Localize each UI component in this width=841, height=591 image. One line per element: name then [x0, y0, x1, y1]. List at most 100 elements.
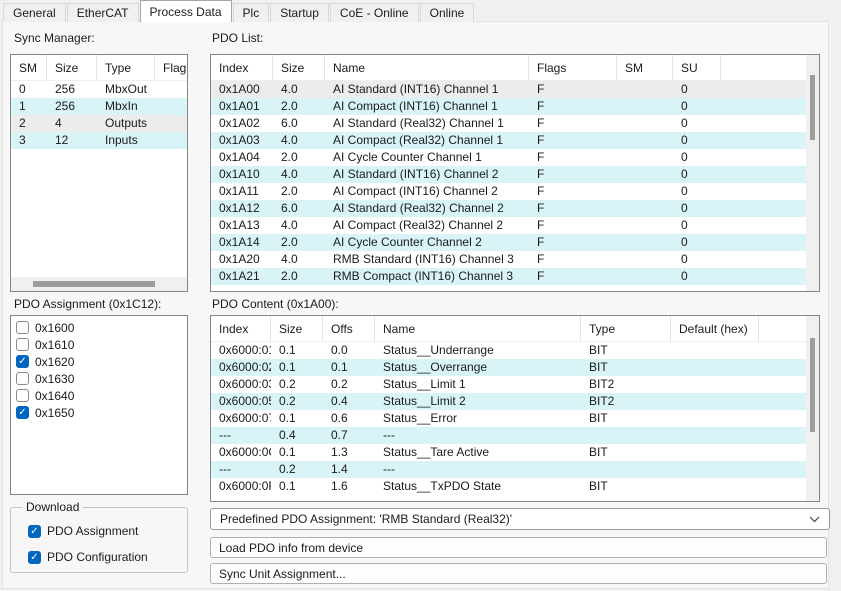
table-cell — [617, 251, 673, 268]
table-row[interactable]: 0x6000:070.10.6Status__ErrorBIT — [211, 410, 819, 427]
table-cell: 0 — [673, 200, 721, 217]
table-cell: 0 — [11, 81, 47, 98]
table-row[interactable]: 0x1A126.0AI Standard (Real32) Channel 2F… — [211, 200, 819, 217]
checked-checkbox[interactable]: ✓ — [28, 525, 41, 538]
column-header[interactable]: Name — [325, 55, 529, 80]
download-groupbox: Download ✓PDO Assignment✓PDO Configurati… — [10, 507, 188, 573]
table-cell: 12 — [47, 132, 97, 149]
table-row[interactable]: 312Inputs — [11, 132, 187, 149]
column-header[interactable]: Type — [581, 316, 671, 341]
column-header[interactable]: SM — [11, 55, 47, 80]
table-cell: AI Compact (Real32) Channel 2 — [325, 217, 529, 234]
pdo-list-vertical-scrollbar[interactable] — [806, 55, 819, 291]
unchecked-checkbox[interactable] — [16, 389, 29, 402]
checkbox-item[interactable]: ✓PDO Assignment — [23, 518, 183, 544]
table-cell: 0.2 — [271, 393, 323, 410]
table-row[interactable]: 0x1A042.0AI Cycle Counter Channel 1F0 — [211, 149, 819, 166]
pdo-content-vertical-scrollbar[interactable] — [806, 316, 819, 501]
unchecked-checkbox[interactable] — [16, 321, 29, 334]
predefined-pdo-assignment-dropdown[interactable]: Predefined PDO Assignment: 'RMB Standard… — [210, 508, 830, 530]
table-cell: AI Cycle Counter Channel 2 — [325, 234, 529, 251]
table-cell: AI Compact (INT16) Channel 1 — [325, 98, 529, 115]
checkbox-item[interactable]: 0x1640 — [11, 387, 187, 404]
table-row[interactable]: 0x1A134.0AI Compact (Real32) Channel 2F0 — [211, 217, 819, 234]
tab-process-data[interactable]: Process Data — [140, 0, 232, 22]
unchecked-checkbox[interactable] — [16, 338, 29, 351]
scrollbar-thumb[interactable] — [33, 281, 155, 287]
column-header[interactable]: Size — [271, 316, 323, 341]
table-row[interactable]: 0x6000:050.20.4Status__Limit 2BIT2 — [211, 393, 819, 410]
table-cell: 0.6 — [323, 410, 375, 427]
column-header[interactable]: Name — [375, 316, 581, 341]
column-header[interactable]: Size — [273, 55, 325, 80]
scrollbar-thumb[interactable] — [810, 338, 815, 432]
column-header[interactable]: Offs — [323, 316, 375, 341]
table-cell: BIT — [581, 342, 671, 359]
pdo-list-label: PDO List: — [212, 31, 263, 45]
checkbox-item[interactable]: ✓0x1620 — [11, 353, 187, 370]
table-cell: 1.4 — [323, 461, 375, 478]
checkbox-label: 0x1600 — [35, 321, 74, 335]
checked-checkbox[interactable]: ✓ — [16, 406, 29, 419]
table-row[interactable]: 0x6000:0C0.11.3Status__Tare ActiveBIT — [211, 444, 819, 461]
table-cell: 0x1A03 — [211, 132, 273, 149]
column-header[interactable]: Flags — [529, 55, 617, 80]
checkbox-item[interactable]: ✓PDO Configuration — [23, 544, 183, 570]
table-row[interactable]: 0x1A026.0AI Standard (Real32) Channel 1F… — [211, 115, 819, 132]
column-header[interactable]: Default (hex) — [671, 316, 759, 341]
table-row[interactable]: 0x1A204.0RMB Standard (INT16) Channel 3F… — [211, 251, 819, 268]
tab-general[interactable]: General — [3, 3, 66, 22]
checkbox-item[interactable]: 0x1600 — [11, 319, 187, 336]
table-row[interactable]: 0x1A004.0AI Standard (INT16) Channel 1F0 — [211, 81, 819, 98]
table-row[interactable]: 24Outputs — [11, 115, 187, 132]
table-row[interactable]: ---0.40.7--- — [211, 427, 819, 444]
column-header[interactable]: Index — [211, 55, 273, 80]
table-row[interactable]: 0x6000:030.20.2Status__Limit 1BIT2 — [211, 376, 819, 393]
tab-coe-online[interactable]: CoE - Online — [330, 3, 419, 22]
checkbox-item[interactable]: 0x1630 — [11, 370, 187, 387]
table-cell: Inputs — [97, 132, 155, 149]
table-cell: F — [529, 268, 617, 285]
table-cell — [721, 217, 807, 234]
column-header[interactable]: Type — [97, 55, 155, 80]
sync-unit-assignment-button[interactable]: Sync Unit Assignment... — [210, 563, 827, 584]
table-row[interactable]: 0x6000:020.10.1Status__OverrangeBIT — [211, 359, 819, 376]
tab-online[interactable]: Online — [420, 3, 475, 22]
table-row[interactable]: 0x6000:0F0.11.6Status__TxPDO StateBIT — [211, 478, 819, 495]
table-row[interactable]: 0x1A142.0AI Cycle Counter Channel 2F0 — [211, 234, 819, 251]
column-header[interactable]: Size — [47, 55, 97, 80]
unchecked-checkbox[interactable] — [16, 372, 29, 385]
table-row[interactable]: 0x1A104.0AI Standard (INT16) Channel 2F0 — [211, 166, 819, 183]
table-cell: 1.6 — [323, 478, 375, 495]
column-header[interactable]: Index — [211, 316, 271, 341]
checkbox-item[interactable]: 0x1610 — [11, 336, 187, 353]
table-cell: 0x6000:0C — [211, 444, 271, 461]
sync-manager-horizontal-scrollbar[interactable] — [11, 277, 187, 291]
table-row[interactable]: 0x1A034.0AI Compact (Real32) Channel 1F0 — [211, 132, 819, 149]
checked-checkbox[interactable]: ✓ — [28, 551, 41, 564]
table-row[interactable]: 0x1A012.0AI Compact (INT16) Channel 1F0 — [211, 98, 819, 115]
table-cell: 0 — [673, 234, 721, 251]
table-cell: BIT — [581, 444, 671, 461]
table-cell: AI Standard (INT16) Channel 1 — [325, 81, 529, 98]
table-row[interactable]: 0x1A212.0RMB Compact (INT16) Channel 3F0 — [211, 268, 819, 285]
checkbox-item[interactable]: ✓0x1650 — [11, 404, 187, 421]
table-row[interactable]: 0x1A112.0AI Compact (INT16) Channel 2F0 — [211, 183, 819, 200]
column-header[interactable]: SU — [673, 55, 721, 80]
load-pdo-info-button[interactable]: Load PDO info from device — [210, 537, 827, 558]
checked-checkbox[interactable]: ✓ — [16, 355, 29, 368]
tab-ethercat[interactable]: EtherCAT — [67, 3, 139, 22]
table-row[interactable]: 0256MbxOut — [11, 81, 187, 98]
column-header[interactable]: SM — [617, 55, 673, 80]
table-row[interactable]: 1256MbxIn — [11, 98, 187, 115]
tab-plc[interactable]: Plc — [233, 3, 270, 22]
table-row[interactable]: ---0.21.4--- — [211, 461, 819, 478]
tab-startup[interactable]: Startup — [270, 3, 329, 22]
table-cell — [721, 132, 807, 149]
table-cell: 0 — [673, 132, 721, 149]
pdo-list-table: IndexSizeNameFlagsSMSU0x1A004.0AI Standa… — [210, 54, 820, 292]
table-row[interactable]: 0x6000:010.10.0Status__UnderrangeBIT — [211, 342, 819, 359]
scrollbar-thumb[interactable] — [810, 75, 815, 140]
column-header[interactable]: Flags — [155, 55, 188, 80]
table-cell: 0.1 — [271, 444, 323, 461]
